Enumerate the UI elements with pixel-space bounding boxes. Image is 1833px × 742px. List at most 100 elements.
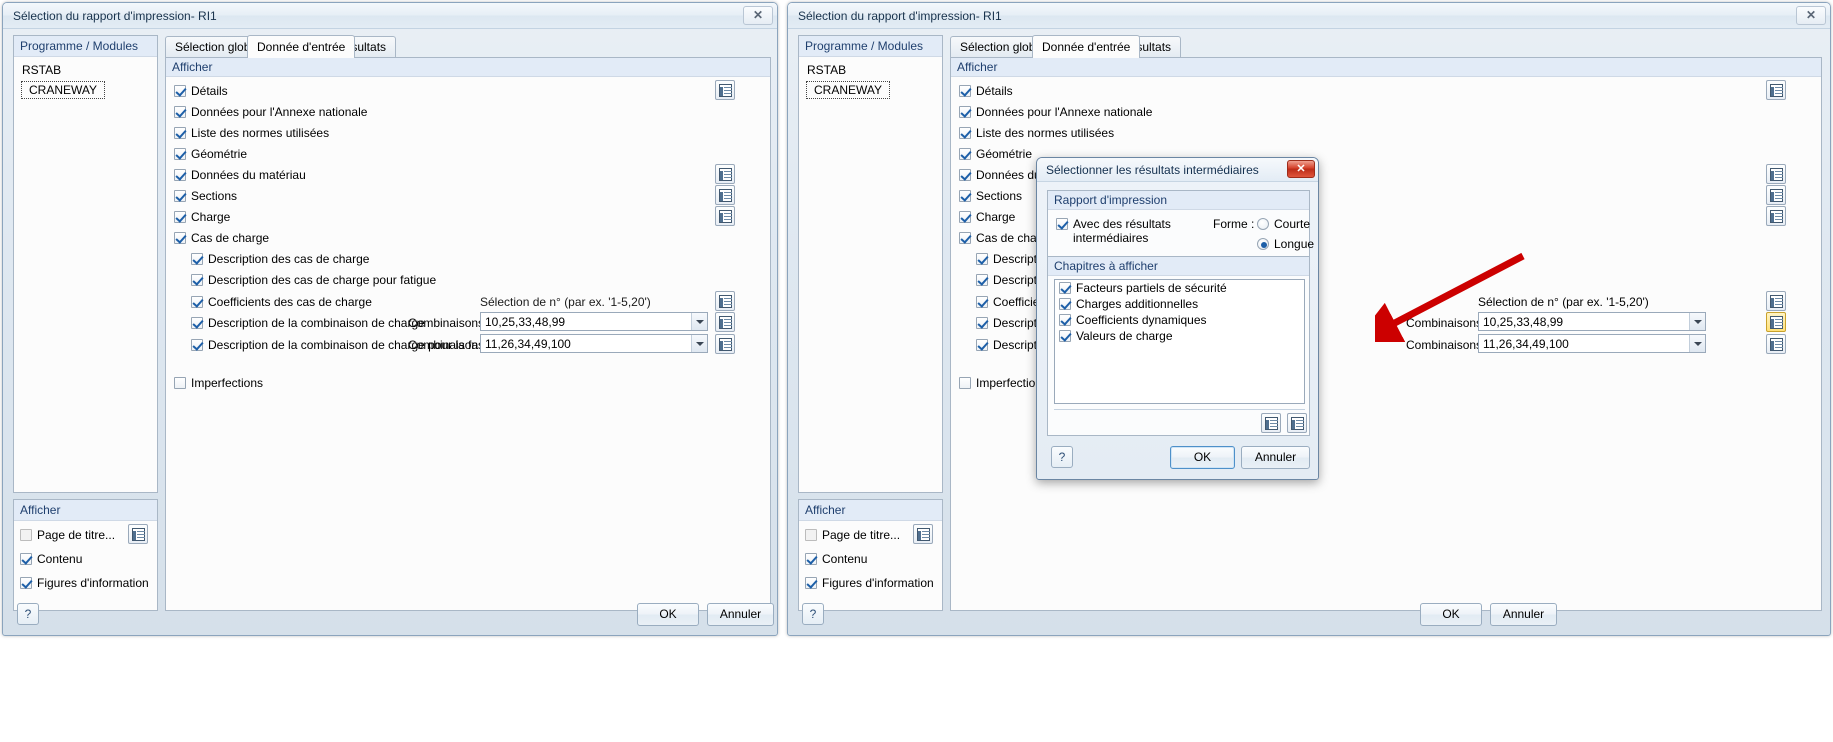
- checkbox-box[interactable]: [805, 529, 817, 541]
- checkbox-box[interactable]: [1059, 330, 1071, 342]
- help-button[interactable]: ?: [802, 603, 824, 625]
- checkbox-sections[interactable]: Sections: [959, 189, 1022, 203]
- chapitre-item-facteurs-partiels[interactable]: Facteurs partiels de sécurité: [1055, 280, 1304, 296]
- checkbox-box[interactable]: [20, 577, 32, 589]
- combinations-1-detail-button[interactable]: [715, 312, 735, 332]
- modal-ok-button[interactable]: OK: [1170, 446, 1235, 469]
- checkbox-sections[interactable]: Sections: [174, 189, 237, 203]
- help-button[interactable]: ?: [17, 603, 39, 625]
- checkbox-box[interactable]: [959, 211, 971, 223]
- checkbox-page-de-titre[interactable]: Page de titre...: [20, 528, 115, 542]
- chevron-down-icon[interactable]: [691, 335, 707, 352]
- checkbox-charge[interactable]: Charge: [959, 210, 1015, 224]
- checkbox-description-cas-de-charge-fatigue[interactable]: Description des cas de charge pour fatig…: [191, 273, 436, 287]
- checkbox-geometrie[interactable]: Géométrie: [174, 147, 247, 161]
- combinations-2-detail-button[interactable]: [1766, 334, 1786, 354]
- checkbox-box[interactable]: [976, 296, 988, 308]
- checkbox-box[interactable]: [959, 232, 971, 244]
- modal-close-icon[interactable]: ✕: [1287, 160, 1315, 178]
- checkbox-box[interactable]: [1059, 298, 1071, 310]
- checkbox-box[interactable]: [191, 339, 203, 351]
- close-icon[interactable]: ✕: [1796, 6, 1826, 25]
- checkbox-box[interactable]: [805, 553, 817, 565]
- checkbox-contenu[interactable]: Contenu: [20, 552, 82, 566]
- combinations-2-detail-button[interactable]: [715, 334, 735, 354]
- check-all-icon[interactable]: [1261, 413, 1281, 433]
- sections-detail-button[interactable]: [1766, 185, 1786, 205]
- checkbox-geometrie[interactable]: Géométrie: [959, 147, 1032, 161]
- donnees-materiau-detail-button[interactable]: [1766, 164, 1786, 184]
- checkbox-box[interactable]: [174, 377, 186, 389]
- checkbox-figures-information[interactable]: Figures d'information: [805, 576, 934, 590]
- checkbox-box[interactable]: [1056, 218, 1068, 230]
- checkbox-box[interactable]: [976, 274, 988, 286]
- list-item-craneway[interactable]: CRANEWAY: [806, 81, 891, 99]
- details-detail-button[interactable]: [715, 80, 735, 100]
- checkbox-liste-normes-utilisees[interactable]: Liste des normes utilisées: [959, 126, 1114, 140]
- close-icon[interactable]: ✕: [743, 6, 773, 25]
- checkbox-box[interactable]: [959, 106, 971, 118]
- page-de-titre-detail-button[interactable]: [128, 524, 148, 544]
- checkbox-imperfections[interactable]: Imperfections: [959, 376, 1048, 390]
- chapitre-item-valeurs-de-charge[interactable]: Valeurs de charge: [1055, 328, 1304, 344]
- cancel-button[interactable]: Annuler: [707, 603, 774, 626]
- checkbox-box[interactable]: [959, 377, 971, 389]
- checkbox-box[interactable]: [976, 317, 988, 329]
- charge-detail-button[interactable]: [715, 206, 735, 226]
- coefficients-detail-button[interactable]: [715, 291, 735, 311]
- checkbox-box[interactable]: [174, 127, 186, 139]
- checkbox-box[interactable]: [959, 148, 971, 160]
- combinations-1-detail-button-highlighted[interactable]: [1766, 312, 1786, 332]
- checkbox-cas-de-charge[interactable]: Cas de charge: [174, 231, 269, 245]
- list-item-rstab[interactable]: RSTAB: [799, 61, 942, 79]
- chevron-down-icon[interactable]: [691, 313, 707, 330]
- list-item-craneway[interactable]: CRANEWAY: [21, 81, 106, 99]
- checkbox-contenu[interactable]: Contenu: [805, 552, 867, 566]
- tab-donnee-entree[interactable]: Donnée d'entrée: [247, 35, 356, 58]
- checkbox-liste-normes-utilisees[interactable]: Liste des normes utilisées: [174, 126, 329, 140]
- checkbox-page-de-titre[interactable]: Page de titre...: [805, 528, 900, 542]
- checkbox-box[interactable]: [174, 85, 186, 97]
- coefficients-detail-button[interactable]: [1766, 291, 1786, 311]
- tab-donnee-entree[interactable]: Donnée d'entrée: [1032, 35, 1141, 58]
- checkbox-description-cas-de-charge[interactable]: Description des cas de charge: [191, 252, 369, 266]
- page-de-titre-detail-button[interactable]: [913, 524, 933, 544]
- modal-help-button[interactable]: ?: [1051, 446, 1073, 468]
- checkbox-box[interactable]: [174, 148, 186, 160]
- checkbox-box[interactable]: [1059, 314, 1071, 326]
- checkbox-box[interactable]: [959, 85, 971, 97]
- charge-detail-button[interactable]: [1766, 206, 1786, 226]
- checkbox-box[interactable]: [20, 529, 32, 541]
- chapitre-item-coefficients-dynamiques[interactable]: Coefficients dynamiques: [1055, 312, 1304, 328]
- radio-longue[interactable]: Longue: [1257, 237, 1314, 251]
- checkbox-box[interactable]: [976, 253, 988, 265]
- checkbox-box[interactable]: [191, 253, 203, 265]
- checkbox-box[interactable]: [191, 274, 203, 286]
- chevron-down-icon[interactable]: [1689, 335, 1705, 352]
- ok-button[interactable]: OK: [1420, 603, 1482, 626]
- checkbox-box[interactable]: [976, 339, 988, 351]
- checkbox-donnees-annexe-nationale[interactable]: Données pour l'Annexe nationale: [174, 105, 367, 119]
- checkbox-details[interactable]: Détails: [959, 84, 1013, 98]
- checkbox-donnees-annexe-nationale[interactable]: Données pour l'Annexe nationale: [959, 105, 1152, 119]
- checkbox-box[interactable]: [191, 317, 203, 329]
- chapitres-listbox[interactable]: Facteurs partiels de sécurité Charges ad…: [1054, 279, 1305, 404]
- uncheck-all-icon[interactable]: [1287, 413, 1307, 433]
- checkbox-box[interactable]: [959, 190, 971, 202]
- checkbox-box[interactable]: [174, 190, 186, 202]
- checkbox-imperfections[interactable]: Imperfections: [174, 376, 263, 390]
- checkbox-box[interactable]: [191, 296, 203, 308]
- cancel-button[interactable]: Annuler: [1490, 603, 1557, 626]
- checkbox-box[interactable]: [20, 553, 32, 565]
- radio-box[interactable]: [1257, 218, 1269, 230]
- chevron-down-icon[interactable]: [1689, 313, 1705, 330]
- checkbox-box[interactable]: [1059, 282, 1071, 294]
- checkbox-box[interactable]: [174, 169, 186, 181]
- checkbox-box[interactable]: [174, 211, 186, 223]
- donnees-materiau-detail-button[interactable]: [715, 164, 735, 184]
- checkbox-description-combinaison-charge[interactable]: Description de la combinaison de charge: [191, 316, 425, 330]
- combinations-input-2[interactable]: 11,26,34,49,100: [480, 334, 708, 353]
- combinations-input-2[interactable]: 11,26,34,49,100: [1478, 334, 1706, 353]
- details-detail-button[interactable]: [1766, 80, 1786, 100]
- checkbox-charge[interactable]: Charge: [174, 210, 230, 224]
